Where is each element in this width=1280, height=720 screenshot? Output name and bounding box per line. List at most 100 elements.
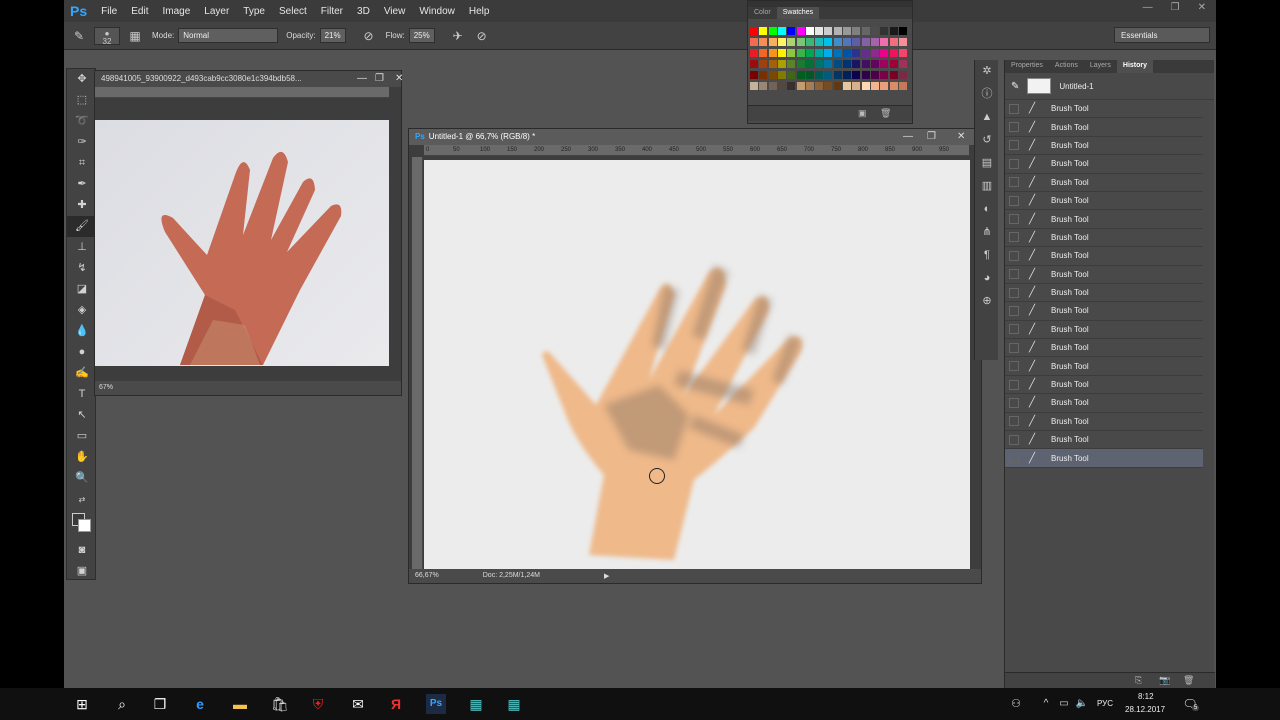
healing-brush-icon[interactable]: ✚ — [67, 195, 97, 216]
adjustments-icon[interactable]: ▲ — [975, 106, 999, 129]
yandex-icon[interactable]: Я — [386, 694, 406, 714]
marquee-tool-icon[interactable]: ⬚ — [67, 90, 97, 111]
color-swatch[interactable] — [898, 49, 907, 57]
color-swatch[interactable] — [805, 71, 814, 79]
mail-icon[interactable]: ✉ — [348, 694, 368, 714]
edge-icon[interactable]: e — [190, 694, 210, 714]
history-checkbox[interactable] — [1009, 122, 1019, 133]
delete-state-icon[interactable]: 🗑 — [1183, 675, 1194, 686]
history-state[interactable]: ╱ Brush Tool — [1005, 229, 1203, 248]
color-swatch[interactable] — [852, 60, 861, 68]
tab-history[interactable]: History — [1116, 60, 1154, 73]
blur-tool-icon[interactable]: 💧 — [67, 321, 97, 342]
clone-source-icon[interactable]: ⊕ — [975, 290, 999, 313]
history-state[interactable]: ╱ Brush Tool — [1005, 118, 1203, 137]
eraser-tool-icon[interactable]: ◪ — [67, 279, 97, 300]
history-state[interactable]: ╱ Brush Tool — [1005, 192, 1203, 211]
history-checkbox[interactable] — [1009, 103, 1019, 114]
history-state[interactable]: ╱ Brush Tool — [1005, 357, 1203, 376]
history-state[interactable]: ╱ Brush Tool — [1005, 321, 1203, 340]
pen-tool-icon[interactable]: ✍ — [67, 363, 97, 384]
color-swatches[interactable] — [67, 510, 97, 540]
color-swatch[interactable] — [787, 71, 796, 79]
minimize-icon[interactable]: — — [1143, 2, 1153, 13]
color-swatch[interactable] — [852, 82, 861, 90]
new-swatch-icon[interactable]: ▣ — [858, 108, 867, 119]
tool-presets-icon[interactable]: ▥ — [975, 175, 999, 198]
history-icon[interactable]: ↺ — [975, 129, 999, 152]
language-indicator[interactable]: РУС — [1097, 699, 1113, 708]
action-center-icon[interactable]: 🗨 — [1180, 694, 1200, 714]
tab-color[interactable]: Color — [748, 7, 777, 19]
color-swatch[interactable] — [843, 60, 851, 68]
history-checkbox[interactable] — [1009, 177, 1019, 188]
color-swatch[interactable] — [777, 27, 786, 35]
delete-swatch-icon[interactable]: 🗑 — [880, 108, 891, 119]
color-swatch[interactable] — [787, 27, 796, 35]
color-swatch[interactable] — [880, 27, 889, 35]
color-swatch[interactable] — [889, 60, 898, 68]
color-swatch[interactable] — [870, 71, 879, 79]
color-swatch[interactable] — [898, 71, 907, 79]
color-swatch[interactable] — [833, 38, 842, 46]
history-checkbox[interactable] — [1009, 453, 1019, 464]
color-swatch[interactable] — [824, 49, 833, 57]
color-swatch[interactable] — [768, 71, 777, 79]
color-swatch[interactable] — [889, 82, 898, 90]
color-swatch[interactable] — [768, 49, 777, 57]
crop-tool-icon[interactable]: ⌗ — [67, 153, 97, 174]
new-document-from-state-icon[interactable]: ⎘ — [1135, 675, 1142, 686]
color-swatch[interactable] — [843, 38, 851, 46]
color-swatch[interactable] — [815, 27, 824, 35]
color-swatch[interactable] — [870, 38, 879, 46]
history-brush-source-icon[interactable]: ✎ — [1011, 81, 1019, 92]
tab-properties[interactable]: Properties — [1005, 60, 1049, 73]
color-swatch[interactable] — [843, 27, 851, 35]
history-state[interactable]: ╱ Brush Tool — [1005, 100, 1203, 119]
menu-edit[interactable]: Edit — [131, 6, 148, 17]
menu-select[interactable]: Select — [279, 6, 307, 17]
ref-minimize-icon[interactable]: — — [357, 73, 367, 84]
history-state[interactable]: ╱ Brush Tool — [1005, 413, 1203, 432]
color-swatch[interactable] — [852, 27, 861, 35]
clock-time[interactable]: 8:12 — [1138, 692, 1154, 701]
color-swatch[interactable] — [833, 49, 842, 57]
history-checkbox[interactable] — [1009, 397, 1019, 408]
tray-chevron-icon[interactable]: ^ — [1036, 694, 1056, 714]
color-swatch[interactable] — [824, 38, 833, 46]
color-swatch[interactable] — [750, 71, 758, 79]
photoshop-taskbar-icon[interactable]: Ps — [426, 694, 446, 714]
main-close-icon[interactable]: ✕ — [957, 131, 965, 142]
flow-input[interactable]: 25% — [408, 28, 435, 43]
quick-select-tool-icon[interactable]: ✑ — [67, 132, 97, 153]
color-swatch[interactable] — [796, 60, 805, 68]
color-swatch[interactable] — [787, 49, 796, 57]
background-color[interactable] — [78, 519, 91, 532]
color-swatch[interactable] — [815, 60, 824, 68]
color-swatch[interactable] — [805, 38, 814, 46]
color-swatch[interactable] — [833, 82, 842, 90]
task-view-icon[interactable]: ❐ — [150, 694, 170, 714]
move-tool-icon[interactable]: ✥ — [67, 69, 97, 90]
screen-mode-icon[interactable]: ▣ — [67, 561, 97, 582]
mode-select[interactable]: Normal — [178, 28, 279, 43]
tab-layers[interactable]: Layers — [1084, 60, 1117, 73]
dodge-tool-icon[interactable]: ● — [67, 342, 97, 363]
menu-filter[interactable]: Filter — [321, 6, 343, 17]
paths-icon[interactable]: ⋔ — [975, 221, 999, 244]
color-swatch[interactable] — [852, 49, 861, 57]
color-swatch[interactable] — [898, 38, 907, 46]
history-checkbox[interactable] — [1009, 379, 1019, 390]
people-icon[interactable]: ⚇ — [1006, 694, 1026, 714]
color-swatch[interactable] — [759, 82, 768, 90]
color-swatch[interactable] — [861, 60, 870, 68]
brush-presets-icon[interactable]: ▤ — [975, 152, 999, 175]
main-minimize-icon[interactable]: — — [903, 131, 913, 142]
color-swatch[interactable] — [880, 60, 889, 68]
color-swatch[interactable] — [870, 82, 879, 90]
paint-bucket-icon[interactable]: ◈ — [67, 300, 97, 321]
ref-close-icon[interactable]: ✕ — [395, 73, 403, 84]
color-swatch[interactable] — [777, 49, 786, 57]
history-checkbox[interactable] — [1009, 342, 1019, 353]
history-checkbox[interactable] — [1009, 158, 1019, 169]
